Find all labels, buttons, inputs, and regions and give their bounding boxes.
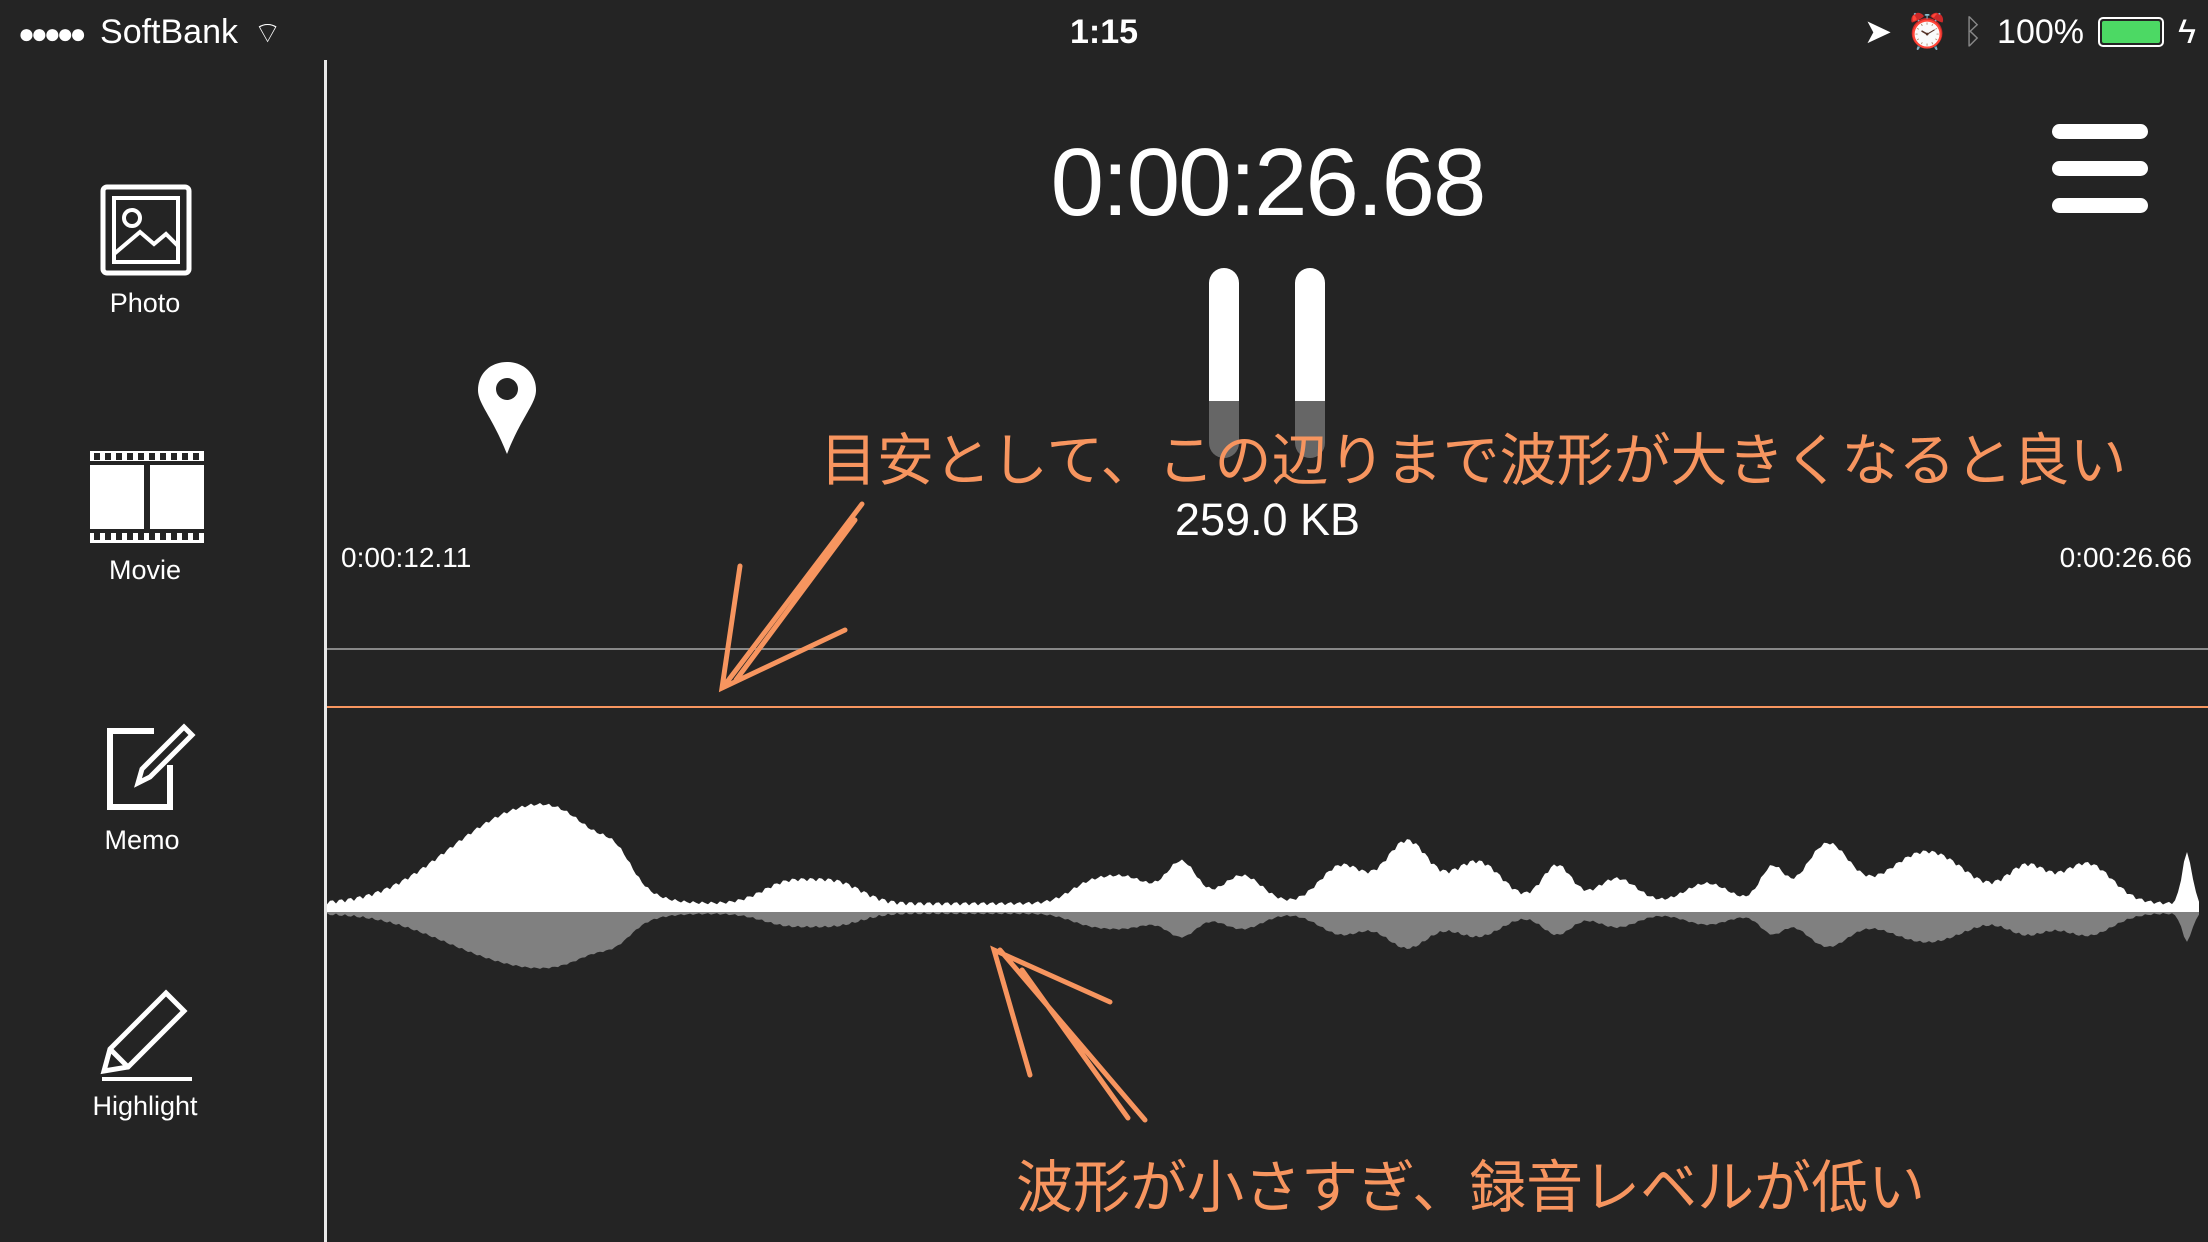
level-reference-line [327,648,2208,650]
range-start-time: 0:00:12.11 [341,542,472,573]
alarm-icon: ⏰ [1906,13,1949,51]
menu-button[interactable] [2052,124,2148,213]
waveform-lower [327,910,2199,969]
waveform-baseline [327,909,2199,912]
battery-percent: 100% [1997,13,2084,51]
sidebar-item-movie[interactable]: Movie [0,445,290,595]
sidebar-item-highlight[interactable]: Highlight [0,985,290,1135]
waveform [327,802,2199,969]
status-right: ➤ ⏰ ᛒ 100% ϟ [1864,10,2196,54]
range-end-time: 0:00:26.66 [2059,542,2192,573]
sidebar-item-label: Highlight [92,1091,198,1121]
file-size: 259.0 KB [1174,494,1361,545]
sidebar-item-label: Movie [108,555,182,585]
bluetooth-icon: ᛒ [1962,13,1984,51]
elapsed-time: 0:00:26.68 [1050,129,1487,236]
annotation-top: 目安として、この辺りまで波形が大きくなると良い [820,429,2127,493]
battery-icon [2098,17,2164,47]
photo-icon [100,184,192,276]
pencil-icon [100,989,192,1081]
location-arrow-icon: ➤ [1863,13,1893,51]
sidebar-item-memo[interactable]: Memo [0,715,290,865]
sidebar-item-label: Memo [104,825,180,855]
hamburger-icon [2052,124,2148,213]
waveform-upper [327,802,2199,910]
sidebar-item-label: Photo [109,288,181,318]
annotation-bottom: 波形が小さすぎ、録音レベルが低い [1016,1156,1926,1220]
memo-icon [107,723,196,810]
charging-icon: ϟ [2178,13,2196,51]
sidebar-item-photo[interactable]: Photo [0,170,290,330]
location-pin-button[interactable] [476,360,538,456]
target-level-line [327,706,2208,708]
film-icon [90,451,204,543]
